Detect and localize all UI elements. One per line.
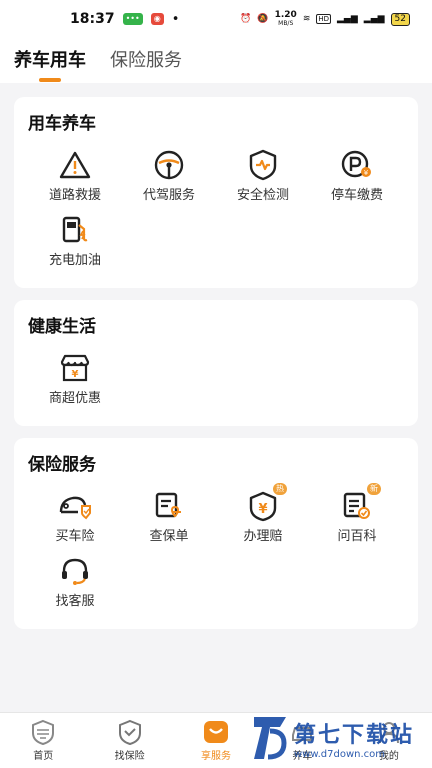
store-icon: ¥ [57, 351, 93, 385]
item-label: 查保单 [149, 529, 189, 544]
section-car-care: 用车养车 道路救援 代驾服务 安全检测 ¥ 停车缴费 充电加油 [14, 97, 418, 288]
item-label: 找客服 [55, 594, 95, 609]
item-safety-check[interactable]: 安全检测 [216, 148, 310, 203]
svg-text:¥: ¥ [364, 169, 369, 177]
item-label: 办理赔 [243, 529, 283, 544]
alarm-icon: ⏰ [240, 14, 252, 24]
section-healthy-life: 健康生活 ¥ 商超优惠 [14, 300, 418, 426]
tab-insurance-service[interactable]: 保险服务 [110, 46, 182, 82]
new-badge: 新 [367, 483, 381, 495]
item-parking-payment[interactable]: ¥ 停车缴费 [310, 148, 404, 203]
nav-home[interactable]: 首页 [0, 713, 86, 768]
status-time: 18:37 [70, 11, 115, 27]
nav-enjoy-service[interactable]: 享服务 [173, 713, 259, 768]
item-supermarket-discount[interactable]: ¥ 商超优惠 [28, 351, 122, 406]
signal-icon-2: ▂▄▆ [363, 14, 385, 24]
item-check-policy[interactable]: 查保单 [122, 489, 216, 544]
section-title: 健康生活 [28, 317, 96, 337]
svg-text:¥: ¥ [258, 502, 267, 517]
item-charge-refuel[interactable]: 充电加油 [28, 213, 122, 268]
nav-find-insurance[interactable]: 找保险 [86, 713, 172, 768]
top-tabs: 养车用车 保险服务 [0, 38, 432, 83]
car-insurance-icon [57, 489, 93, 523]
app-notification-icon: ◉ [150, 13, 164, 25]
nav-label: 首页 [33, 751, 54, 762]
service-icon [204, 721, 229, 743]
item-buy-car-insurance[interactable]: 买车险 [28, 489, 122, 544]
wiki-icon: 新 [339, 483, 381, 523]
item-find-support[interactable]: 找客服 [28, 554, 122, 609]
item-label: 商超优惠 [48, 391, 101, 406]
hot-badge: 热 [273, 483, 287, 495]
policy-icon [151, 489, 187, 523]
section-title: 保险服务 [28, 455, 96, 475]
tab-car-care[interactable]: 养车用车 [14, 46, 86, 82]
shield-check-icon [118, 719, 141, 745]
watermark-title: 第七下载站 [294, 722, 415, 748]
shield-home-icon [32, 719, 55, 745]
watermark-url: www.d7down.com [294, 748, 386, 760]
main-content: 用车养车 道路救援 代驾服务 安全检测 ¥ 停车缴费 充电加油 健康生活 ¥ 商… [0, 83, 432, 629]
battery-icon: 52 [390, 12, 410, 26]
site-logo-icon [254, 717, 287, 760]
item-designated-driver[interactable]: 代驾服务 [122, 148, 216, 203]
watermark-logo: 第七下载站 www.d7down.com [250, 710, 428, 766]
wifi-icon: ≋ [302, 14, 311, 24]
item-ask-wiki[interactable]: 新 问百科 [310, 483, 404, 544]
item-label: 道路救援 [48, 188, 101, 203]
item-label: 安全检测 [236, 188, 289, 203]
nav-label: 享服务 [201, 751, 232, 762]
item-label: 充电加油 [48, 253, 101, 268]
item-handle-claim[interactable]: ¥ 热 办理赔 [216, 483, 310, 544]
fuel-pump-icon [57, 213, 93, 247]
signal-icon: ▂▄▆ [337, 14, 358, 24]
parking-coin-icon: ¥ [339, 148, 375, 182]
svg-text:¥: ¥ [72, 369, 79, 380]
mute-icon: 🔕 [257, 14, 269, 24]
section-insurance-service: 保险服务 买车险 查保单 ¥ 热 办理赔 新 问百科 找客服 [14, 438, 418, 629]
dot-icon: • [171, 11, 180, 27]
item-road-rescue[interactable]: 道路救援 [28, 148, 122, 203]
hd-icon: HD [316, 14, 332, 24]
item-label: 停车缴费 [330, 188, 383, 203]
nav-label: 找保险 [114, 751, 145, 762]
warning-icon [57, 148, 93, 182]
claim-icon: ¥ 热 [245, 483, 287, 523]
item-label: 买车险 [55, 529, 95, 544]
shield-pulse-icon [245, 148, 281, 182]
headset-icon [57, 554, 93, 588]
item-label: 代驾服务 [142, 188, 195, 203]
section-title: 用车养车 [28, 114, 96, 134]
item-label: 问百科 [337, 529, 377, 544]
network-speed: 1.20 MB/S [274, 9, 297, 27]
status-bar: 18:37 ••• ◉ • ⏰ 🔕 1.20 MB/S ≋ HD ▂▄▆ ▂▄▆ … [0, 0, 432, 38]
notification-icon: ••• [122, 13, 143, 25]
steering-wheel-icon [151, 148, 187, 182]
